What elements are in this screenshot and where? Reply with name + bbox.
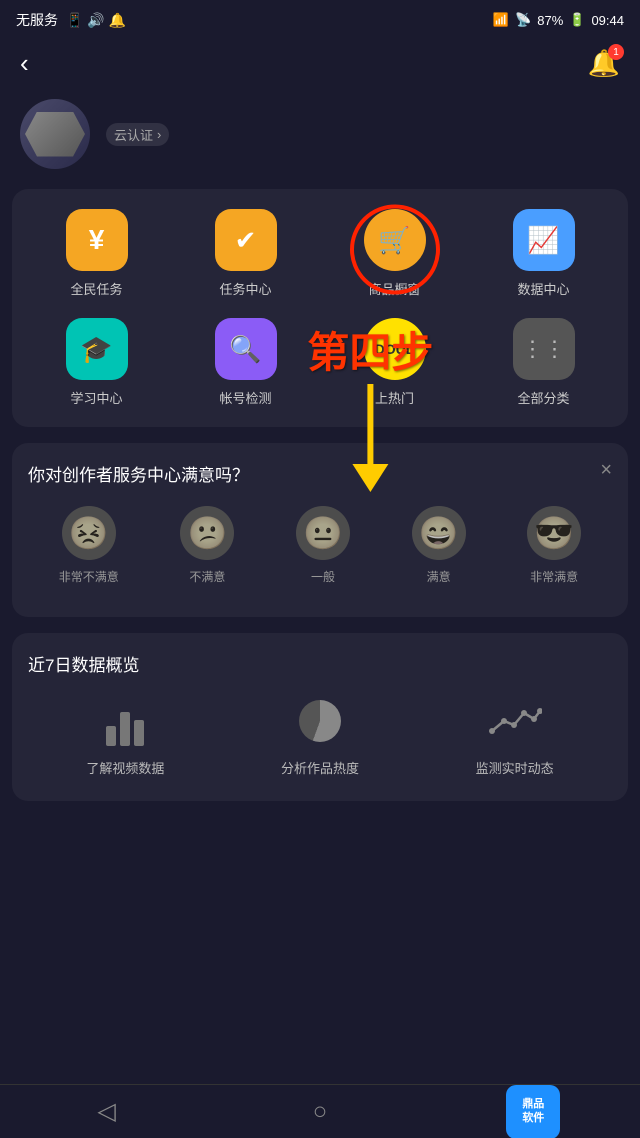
rating-very-satisfied[interactable]: 😎 非常满意	[527, 506, 581, 585]
battery-icon: 🔋	[569, 12, 585, 28]
shangpin-label: 商品橱窗	[368, 279, 420, 298]
survey-title: 你对创作者服务中心满意吗？	[28, 461, 612, 486]
data-item-heat[interactable]: 分析作品热度	[281, 696, 359, 777]
heat-analysis-label: 分析作品热度	[281, 758, 359, 777]
bottom-nav: ◁ ○ 鼎品 软件	[0, 1084, 640, 1138]
notification-bell[interactable]: 🔔 1	[588, 48, 620, 79]
status-bar: 无服务 📱 🔊 🔔 📶 📡 87% 🔋 09:44	[0, 0, 640, 40]
shuju-icon-wrap: 📈	[513, 209, 575, 271]
shuju-label: 数据中心	[517, 279, 569, 298]
emoji-very-satisfied: 😎	[527, 506, 581, 560]
heat-analysis-icon	[290, 696, 350, 746]
reshang-label: 上热门	[375, 388, 414, 407]
label-neutral: 一般	[311, 568, 335, 585]
status-right: 📶 📡 87% 🔋 09:44	[493, 12, 624, 28]
renwu-label: 任务中心	[219, 279, 271, 298]
menu-item-renwu[interactable]: ✔ 任务中心	[171, 209, 320, 298]
avatar-image	[25, 112, 85, 157]
survey-section: × 你对创作者服务中心满意吗？ 😣 非常不满意 😕 不满意 😐 一般 😄 满意 …	[12, 443, 628, 617]
time-label: 09:44	[591, 13, 624, 28]
nav-back-button[interactable]: ◁	[80, 1085, 134, 1138]
fenlei-icon-wrap: ⋮⋮	[513, 318, 575, 380]
carrier-label: 无服务	[16, 10, 58, 30]
status-left: 无服务 📱 🔊 🔔	[16, 10, 126, 30]
data-item-video[interactable]: 了解视频数据	[86, 696, 164, 777]
emoji-neutral: 😐	[296, 506, 350, 560]
profile-section: 云认证 ›	[0, 91, 640, 189]
reshang-icon-wrap: DOUL	[364, 318, 426, 380]
quanmin-icon-wrap: ¥	[66, 209, 128, 271]
back-button[interactable]: ‹	[20, 48, 29, 79]
top-nav: ‹ 🔔 1	[0, 40, 640, 91]
menu-item-fenlei[interactable]: ⋮⋮ 全部分类	[469, 318, 618, 407]
data-overview-title: 近7日数据概览	[28, 651, 612, 676]
line-chart-svg	[488, 701, 542, 741]
survey-close-button[interactable]: ×	[600, 459, 612, 482]
label-very-unsatisfied: 非常不满意	[59, 568, 119, 585]
label-very-satisfied: 非常满意	[530, 568, 578, 585]
zhanghu-label: 帐号检测	[219, 388, 271, 407]
notification-badge: 1	[608, 44, 624, 60]
data-item-realtime[interactable]: 监测实时动态	[476, 696, 554, 777]
menu-item-xuexi[interactable]: 🎓 学习中心	[22, 318, 171, 407]
fenlei-label: 全部分类	[517, 388, 569, 407]
menu-item-shuju[interactable]: 📈 数据中心	[469, 209, 618, 298]
cloud-certification-badge[interactable]: 云认证 ›	[106, 123, 169, 146]
brand-logo: 鼎品 软件	[506, 1085, 560, 1138]
zhanghu-icon-wrap: 🔍	[215, 318, 277, 380]
video-data-icon	[95, 696, 155, 746]
shangpin-icon-wrap: 🛒	[364, 209, 426, 271]
rating-very-unsatisfied[interactable]: 😣 非常不满意	[59, 506, 119, 585]
rating-unsatisfied[interactable]: 😕 不满意	[180, 506, 234, 585]
battery-label: 87%	[537, 13, 563, 28]
rating-neutral[interactable]: 😐 一般	[296, 506, 350, 585]
brand-name: 鼎品 软件	[522, 1098, 544, 1124]
data-overview-section: 近7日数据概览 了解视频数据 分析作品热度	[12, 633, 628, 801]
menu-item-zhanghu[interactable]: 🔍 帐号检测	[171, 318, 320, 407]
emoji-very-unsatisfied: 😣	[62, 506, 116, 560]
label-unsatisfied: 不满意	[189, 568, 225, 585]
emoji-satisfied: 😄	[412, 506, 466, 560]
realtime-icon	[485, 696, 545, 746]
avatar	[20, 99, 90, 169]
status-icons: 📱 🔊 🔔	[66, 12, 126, 29]
signal-icon: 📶	[493, 12, 509, 28]
emoji-unsatisfied: 😕	[180, 506, 234, 560]
cloud-label: 云认证	[114, 125, 153, 144]
menu-item-quanmin[interactable]: ¥ 全民任务	[22, 209, 171, 298]
emoji-row: 😣 非常不满意 😕 不满意 😐 一般 😄 满意 😎 非常满意	[28, 506, 612, 585]
menu-grid: ¥ 全民任务 ✔ 任务中心 🛒 商品橱窗 📈 数据中心 🎓 学习中心 🔍 帐号检…	[12, 189, 628, 427]
cloud-arrow: ›	[157, 127, 161, 142]
label-satisfied: 满意	[427, 568, 451, 585]
xuexi-icon-wrap: 🎓	[66, 318, 128, 380]
rating-satisfied[interactable]: 😄 满意	[412, 506, 466, 585]
data-items-row: 了解视频数据 分析作品热度 监测实时动态	[28, 696, 612, 777]
quanmin-label: 全民任务	[70, 279, 122, 298]
renwu-icon-wrap: ✔	[215, 209, 277, 271]
xuexi-label: 学习中心	[70, 388, 122, 407]
wifi-icon: 📡	[515, 12, 531, 28]
nav-home-button[interactable]: ○	[293, 1085, 347, 1138]
menu-item-shangpin[interactable]: 🛒 商品橱窗	[320, 209, 469, 298]
profile-info: 云认证 ›	[106, 123, 169, 146]
realtime-label: 监测实时动态	[476, 758, 554, 777]
menu-item-reshang[interactable]: DOUL 上热门	[320, 318, 469, 407]
video-data-label: 了解视频数据	[86, 758, 164, 777]
